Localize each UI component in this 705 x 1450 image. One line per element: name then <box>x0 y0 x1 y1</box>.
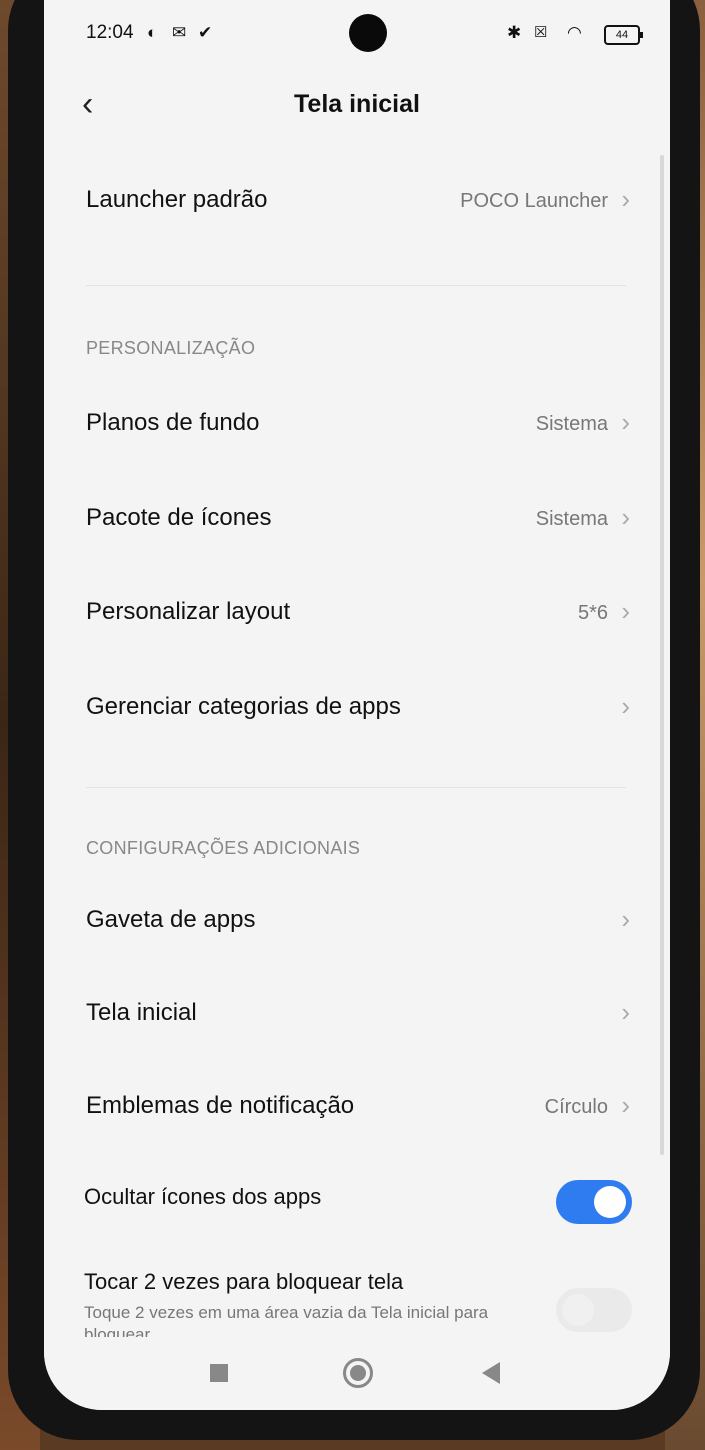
chevron-right-icon: › <box>621 691 630 721</box>
launcher-value: POCO Launcher <box>460 190 608 212</box>
chevron-right-icon: › <box>621 904 630 934</box>
home-screen-row[interactable]: Tela inicial › <box>44 983 644 1043</box>
section-header-additional: CONFIGURAÇÕES ADICIONAIS <box>86 838 361 858</box>
icon-pack-row[interactable]: Pacote de ícones Sistema › <box>44 488 644 548</box>
no-sim-icon: ☒ <box>534 24 548 41</box>
double-tap-subtitle: Toque 2 vezes em uma área vazia da Tela … <box>84 1303 489 1322</box>
wallpapers-label: Planos de fundo <box>86 409 260 436</box>
hide-icons-row: Ocultar ícones dos apps <box>44 1168 644 1228</box>
back-button-icon[interactable] <box>482 1362 500 1384</box>
hide-icons-label: Ocultar ícones dos apps <box>84 1184 322 1209</box>
launcher-label: Launcher padrão <box>86 186 268 213</box>
wifi-icon: ◠ <box>567 23 582 42</box>
layout-row[interactable]: Personalizar layout 5*6 › <box>44 582 644 642</box>
status-time: 12:04 <box>86 22 134 43</box>
page-title: Tela inicial <box>294 90 420 118</box>
notification-badges-value: Círculo <box>544 1096 608 1118</box>
double-tap-subtitle-2: bloquear <box>84 1325 151 1337</box>
navigation-bar <box>44 1340 670 1410</box>
divider <box>86 787 626 788</box>
check-circle-icon: ✔ <box>198 23 213 42</box>
launcher-row[interactable]: Launcher padrão POCO Launcher › <box>44 170 644 230</box>
front-camera <box>349 14 387 52</box>
section-header-personalization: PERSONALIZAÇÃO <box>86 338 256 358</box>
double-tap-label: Tocar 2 vezes para bloquear tela <box>84 1269 404 1294</box>
chevron-right-icon: › <box>621 502 630 532</box>
hide-icons-toggle[interactable] <box>556 1180 632 1224</box>
chevron-right-icon: › <box>621 407 630 437</box>
chevron-right-icon: › <box>621 184 630 214</box>
circle-icon: ◐ <box>147 23 158 42</box>
layout-label: Personalizar layout <box>86 598 291 625</box>
battery-icon: 44 <box>604 25 643 45</box>
home-button-icon[interactable] <box>343 1358 373 1388</box>
home-screen-label: Tela inicial <box>86 999 197 1026</box>
phone-frame: 12:04 ◐ ✉ ✔ ✱ ☒ ◠ 44 ‹ Tela inicial Laun… <box>8 0 700 1440</box>
chevron-right-icon: › <box>621 997 630 1027</box>
wallpapers-row[interactable]: Planos de fundo Sistema › <box>44 393 644 453</box>
mail-icon: ✉ <box>172 23 187 42</box>
notification-badges-label: Emblemas de notificação <box>86 1092 355 1119</box>
app-drawer-row[interactable]: Gaveta de apps › <box>44 890 644 950</box>
toggle-knob <box>594 1186 626 1218</box>
chevron-right-icon: › <box>621 1090 630 1120</box>
app-drawer-label: Gaveta de apps <box>86 906 256 933</box>
chevron-right-icon: › <box>621 596 630 626</box>
double-tap-toggle[interactable] <box>556 1288 632 1332</box>
toggle-knob <box>562 1294 594 1326</box>
scrollbar[interactable] <box>660 155 664 1155</box>
app-categories-label: Gerenciar categorias de apps <box>86 693 401 720</box>
status-bar: 12:04 ◐ ✉ ✔ ✱ ☒ ◠ 44 <box>44 0 670 70</box>
screen: 12:04 ◐ ✉ ✔ ✱ ☒ ◠ 44 ‹ Tela inicial Laun… <box>44 0 670 1410</box>
notification-badges-row[interactable]: Emblemas de notificação Círculo › <box>44 1076 644 1136</box>
recents-button-icon[interactable] <box>210 1364 228 1382</box>
divider <box>86 285 626 286</box>
layout-value: 5*6 <box>577 602 608 624</box>
page-header: ‹ Tela inicial <box>44 70 670 140</box>
wallpapers-value: Sistema <box>535 413 608 435</box>
app-categories-row[interactable]: Gerenciar categorias de apps › <box>44 677 644 737</box>
bluetooth-icon: ✱ <box>507 23 522 42</box>
icon-pack-value: Sistema <box>535 508 608 530</box>
icon-pack-label: Pacote de ícones <box>86 504 272 531</box>
